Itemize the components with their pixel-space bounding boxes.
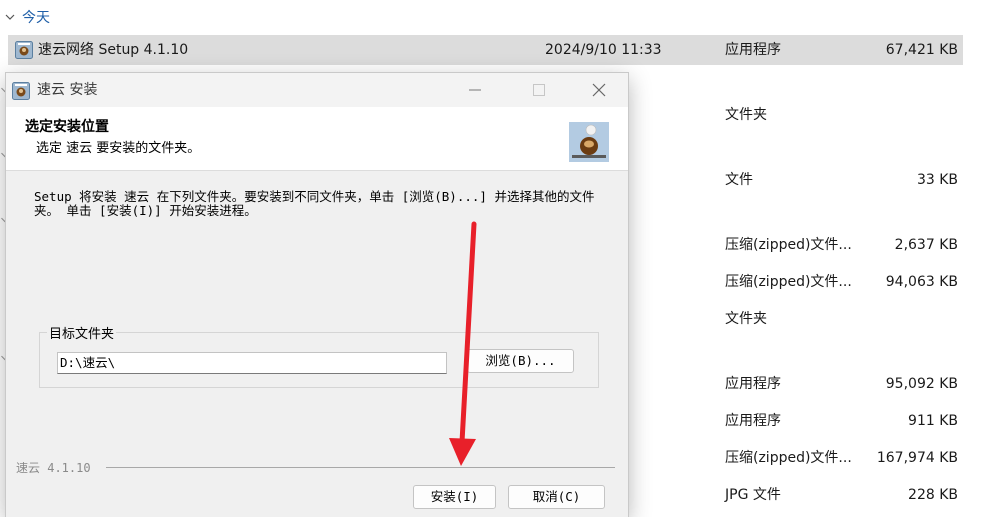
header-title: 选定安装位置 bbox=[25, 119, 109, 135]
cancel-button[interactable]: 取消(C) bbox=[508, 485, 605, 509]
file-size: 33 KB bbox=[916, 172, 958, 188]
setup-app-icon bbox=[15, 41, 33, 59]
minimize-button[interactable] bbox=[452, 73, 498, 107]
install-button[interactable]: 安装(I) bbox=[413, 485, 496, 509]
group-label: 今天 bbox=[22, 10, 50, 26]
file-size: 95,092 KB bbox=[885, 376, 958, 392]
file-date: 2024/9/10 11:33 bbox=[545, 42, 662, 58]
target-folder-group: 目标文件夹 浏览(B)... bbox=[39, 323, 599, 388]
file-row[interactable]: 速云网络 Setup 4.1.10 2024/9/10 11:33 应用程序 67,4… bbox=[8, 35, 963, 65]
file-size: 94,063 KB bbox=[885, 274, 958, 290]
file-type: 应用程序 bbox=[725, 413, 781, 429]
file-type: JPG 文件 bbox=[725, 487, 781, 503]
maximize-icon bbox=[533, 84, 545, 96]
minimize-icon bbox=[469, 89, 481, 91]
file-type: 应用程序 bbox=[725, 376, 781, 392]
file-type: 压缩(zipped)文件... bbox=[725, 274, 852, 290]
dialog-header: 选定安装位置 选定 速云 要安装的文件夹。 bbox=[6, 107, 628, 171]
chevron-down-icon[interactable] bbox=[3, 10, 17, 24]
file-type: 文件夹 bbox=[725, 107, 767, 123]
file-name: 速云网络 Setup 4.1.10 bbox=[38, 42, 189, 58]
dialog-title: 速云 安装 bbox=[37, 82, 98, 98]
group-header-today[interactable]: 今天 bbox=[0, 6, 50, 28]
dialog-titlebar[interactable]: 速云 安装 bbox=[6, 73, 628, 107]
file-size: 67,421 KB bbox=[885, 42, 958, 58]
file-type: 应用程序 bbox=[725, 42, 781, 58]
file-size: 911 KB bbox=[908, 413, 958, 429]
file-size: 2,637 KB bbox=[894, 237, 958, 253]
maximize-button bbox=[516, 73, 562, 107]
close-icon bbox=[592, 83, 606, 97]
file-type: 文件夹 bbox=[725, 311, 767, 327]
close-button[interactable] bbox=[576, 73, 622, 107]
target-folder-input[interactable] bbox=[57, 352, 447, 374]
footer-divider bbox=[106, 467, 615, 468]
intro-text: Setup 将安装 速云 在下列文件夹。要安装到不同文件夹，单击 [浏览(B).… bbox=[34, 189, 595, 218]
file-type: 压缩(zipped)文件... bbox=[725, 450, 852, 466]
installer-app-icon bbox=[12, 82, 30, 100]
file-size: 167,974 KB bbox=[876, 450, 958, 466]
file-size: 228 KB bbox=[908, 487, 958, 503]
target-folder-label: 目标文件夹 bbox=[47, 323, 117, 342]
branding-text: 速云 4.1.10 bbox=[16, 459, 95, 476]
header-subtitle: 选定 速云 要安装的文件夹。 bbox=[36, 141, 201, 156]
browse-button[interactable]: 浏览(B)... bbox=[467, 349, 574, 373]
installer-logo-icon bbox=[569, 122, 609, 162]
file-type: 压缩(zipped)文件... bbox=[725, 237, 852, 253]
installer-dialog: 速云 安装 选定安装位置 选定 速云 要安装的文件夹。 Setup 将安装 速云… bbox=[6, 73, 628, 517]
file-type: 文件 bbox=[725, 172, 753, 188]
